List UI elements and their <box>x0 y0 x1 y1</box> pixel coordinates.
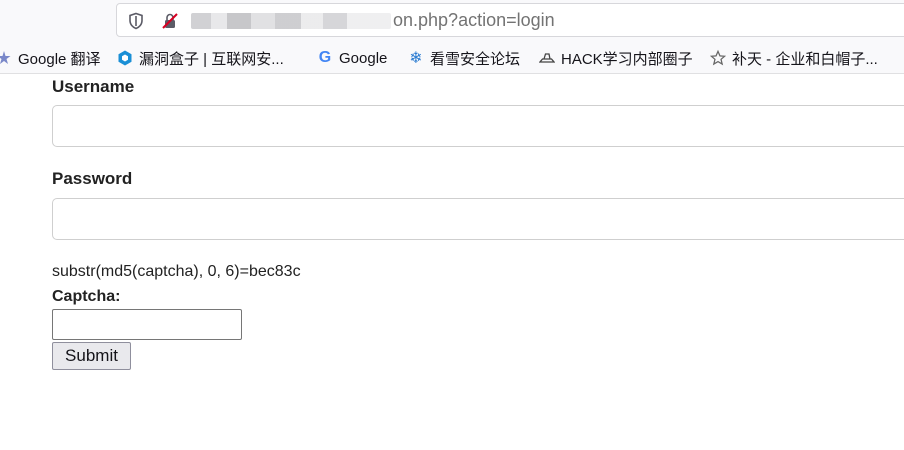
bookmark-label: Google <box>339 49 388 67</box>
star-icon <box>710 49 726 66</box>
google-translate-icon <box>0 50 12 66</box>
bookmark-google[interactable]: G Google <box>317 47 388 69</box>
tracking-shield-icon[interactable] <box>127 12 145 30</box>
insecure-lock-icon[interactable] <box>161 12 179 30</box>
address-bar[interactable]: on.php?action=login <box>116 3 904 37</box>
captcha-hint: substr(md5(captcha), 0, 6)=bec83c <box>52 263 301 280</box>
submit-button[interactable]: Submit <box>52 342 131 370</box>
redacted-url-part <box>191 13 391 29</box>
bookmark-label: 看雪安全论坛 <box>430 50 521 68</box>
bookmark-loudong-box[interactable]: 漏洞盒子 | 互联网安... <box>117 47 284 69</box>
bookmark-label: Google 翻译 <box>18 50 101 68</box>
username-input[interactable] <box>52 105 904 147</box>
bookmarks-bar: Google 翻译 漏洞盒子 | 互联网安... G Google ❄ 看雪安全… <box>0 42 904 74</box>
bookmark-kanxue[interactable]: ❄ 看雪安全论坛 <box>408 47 520 69</box>
bookmark-label: HACK学习内部圈子 <box>561 50 693 68</box>
bookmark-hack-circle[interactable]: HACK学习内部圈子 <box>539 47 693 69</box>
google-g-icon: G <box>318 49 332 66</box>
password-input[interactable] <box>52 198 904 240</box>
bookmark-google-translate[interactable]: Google 翻译 <box>0 47 101 69</box>
bookmark-butian[interactable]: 补天 - 企业和白帽子... <box>710 47 878 69</box>
hexagon-icon <box>117 50 133 66</box>
captcha-label: Captcha: <box>52 288 121 305</box>
username-label: Username <box>52 77 135 96</box>
password-label: Password <box>52 169 133 188</box>
bookmark-label: 补天 - 企业和白帽子... <box>732 50 878 68</box>
url-text[interactable]: on.php?action=login <box>393 10 555 31</box>
captcha-input[interactable] <box>52 309 242 340</box>
browser-toolbar: on.php?action=login <box>0 0 904 42</box>
boat-icon <box>539 50 555 66</box>
bookmark-label: 漏洞盒子 | 互联网安... <box>139 50 284 68</box>
snowflake-icon: ❄ <box>409 50 423 67</box>
